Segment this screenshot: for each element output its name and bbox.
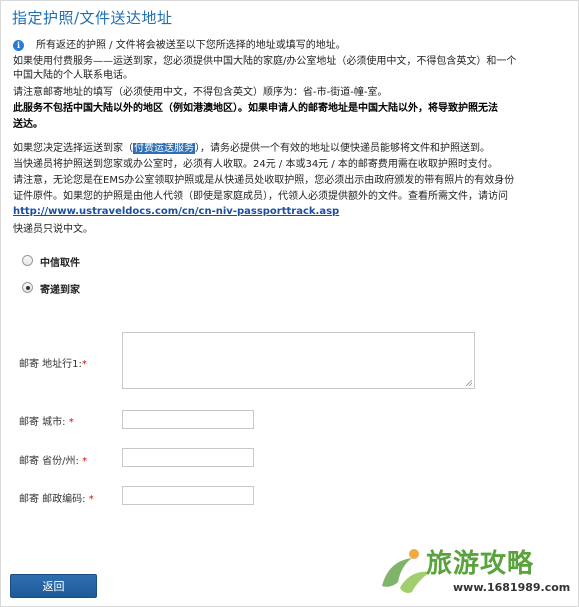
watermark-title: 旅游攻略 [426, 549, 535, 579]
pickup-radio[interactable] [22, 255, 33, 266]
notice-line-1: 所有返还的护照 / 文件将会被送至以下您所选择的地址或填写的地址。 [36, 40, 346, 51]
notice-line-2: 如果使用付费服务——运送到家，您必须提供中国大陆的家庭/办公室地址（必须使用中文… [13, 56, 517, 67]
required-mark: * [82, 456, 88, 467]
required-mark: * [81, 359, 87, 370]
province-label: 邮寄 省份/州: * [19, 452, 87, 467]
passport-track-link[interactable]: http://www.ustraveldocs.com/cn/cn-niv-pa… [13, 206, 339, 217]
city-input[interactable] [122, 410, 254, 429]
notice-line-8: 证件原件。如果您的护照是由他人代领（即使是家庭成员），代领人必须提供额外的文件。… [13, 191, 508, 202]
notice-line-3: 中国大陆的个人联系电话。 [13, 70, 133, 81]
postcode-input[interactable] [122, 486, 254, 505]
home-delivery-radio[interactable] [22, 282, 33, 293]
notice-bold-2: 送达。 [13, 119, 43, 130]
notice-bold-1: 此服务不包括中国大陆以外的地区（例如港澳地区）。如果申请人的邮寄地址是中国大陆以… [13, 103, 498, 114]
watermark: 旅游攻略 www.1681989.com [374, 540, 574, 604]
watermark-url: www.1681989.com [453, 581, 571, 594]
address-line-1-label-text: 邮寄 地址行1: [19, 359, 82, 370]
home-delivery-radio-label[interactable]: 寄递到家 [40, 281, 80, 296]
notice-p2-after: ），请务必提供一个有效的地址以便快递员能够将文件和护照送到。 [195, 143, 490, 154]
pickup-radio-label[interactable]: 中信取件 [40, 254, 80, 269]
address-line-1-label: 邮寄 地址行1:* [19, 355, 87, 370]
info-icon: i [13, 40, 24, 51]
page-title: 指定护照/文件送达地址 [12, 9, 173, 27]
notice-line-6: 当快递员将护照送到您家或办公室时，必须有人收取。24元 / 本或34元 / 本的… [13, 159, 498, 170]
notice-line-7: 请注意，无论您是在EMS办公室领取护照或是从快递员处收取护照，您必须出示由政府颁… [13, 175, 515, 186]
address-line-1-textarea[interactable] [122, 332, 475, 389]
notice-p2-before: 如果您决定选择运送到家（ [13, 143, 133, 154]
postcode-label-text: 邮寄 邮政编码: [19, 494, 86, 505]
city-label: 邮寄 城市: * [19, 413, 74, 428]
notice-line-4: 请注意邮寄地址的填写（必须使用中文，不得包含英文）顺序为：省-市-街道-幢-室。 [13, 87, 388, 98]
city-label-text: 邮寄 城市: [19, 417, 66, 428]
province-label-text: 邮寄 省份/州: [19, 456, 79, 467]
notice-paragraph-2: 如果您决定选择运送到家（付费运送服务），请务必提供一个有效的地址以便快递员能够将… [13, 142, 490, 155]
required-mark: * [68, 417, 74, 428]
province-input[interactable] [122, 448, 254, 467]
back-button[interactable]: 返回 [10, 574, 97, 598]
required-mark: * [88, 494, 94, 505]
paid-service-highlight: 付费运送服务 [133, 143, 195, 154]
resize-grip-icon[interactable] [466, 380, 472, 386]
watermark-logo-icon [382, 549, 430, 593]
notice-line-9: 快递员只说中文。 [13, 224, 93, 235]
postcode-label: 邮寄 邮政编码: * [19, 490, 94, 505]
